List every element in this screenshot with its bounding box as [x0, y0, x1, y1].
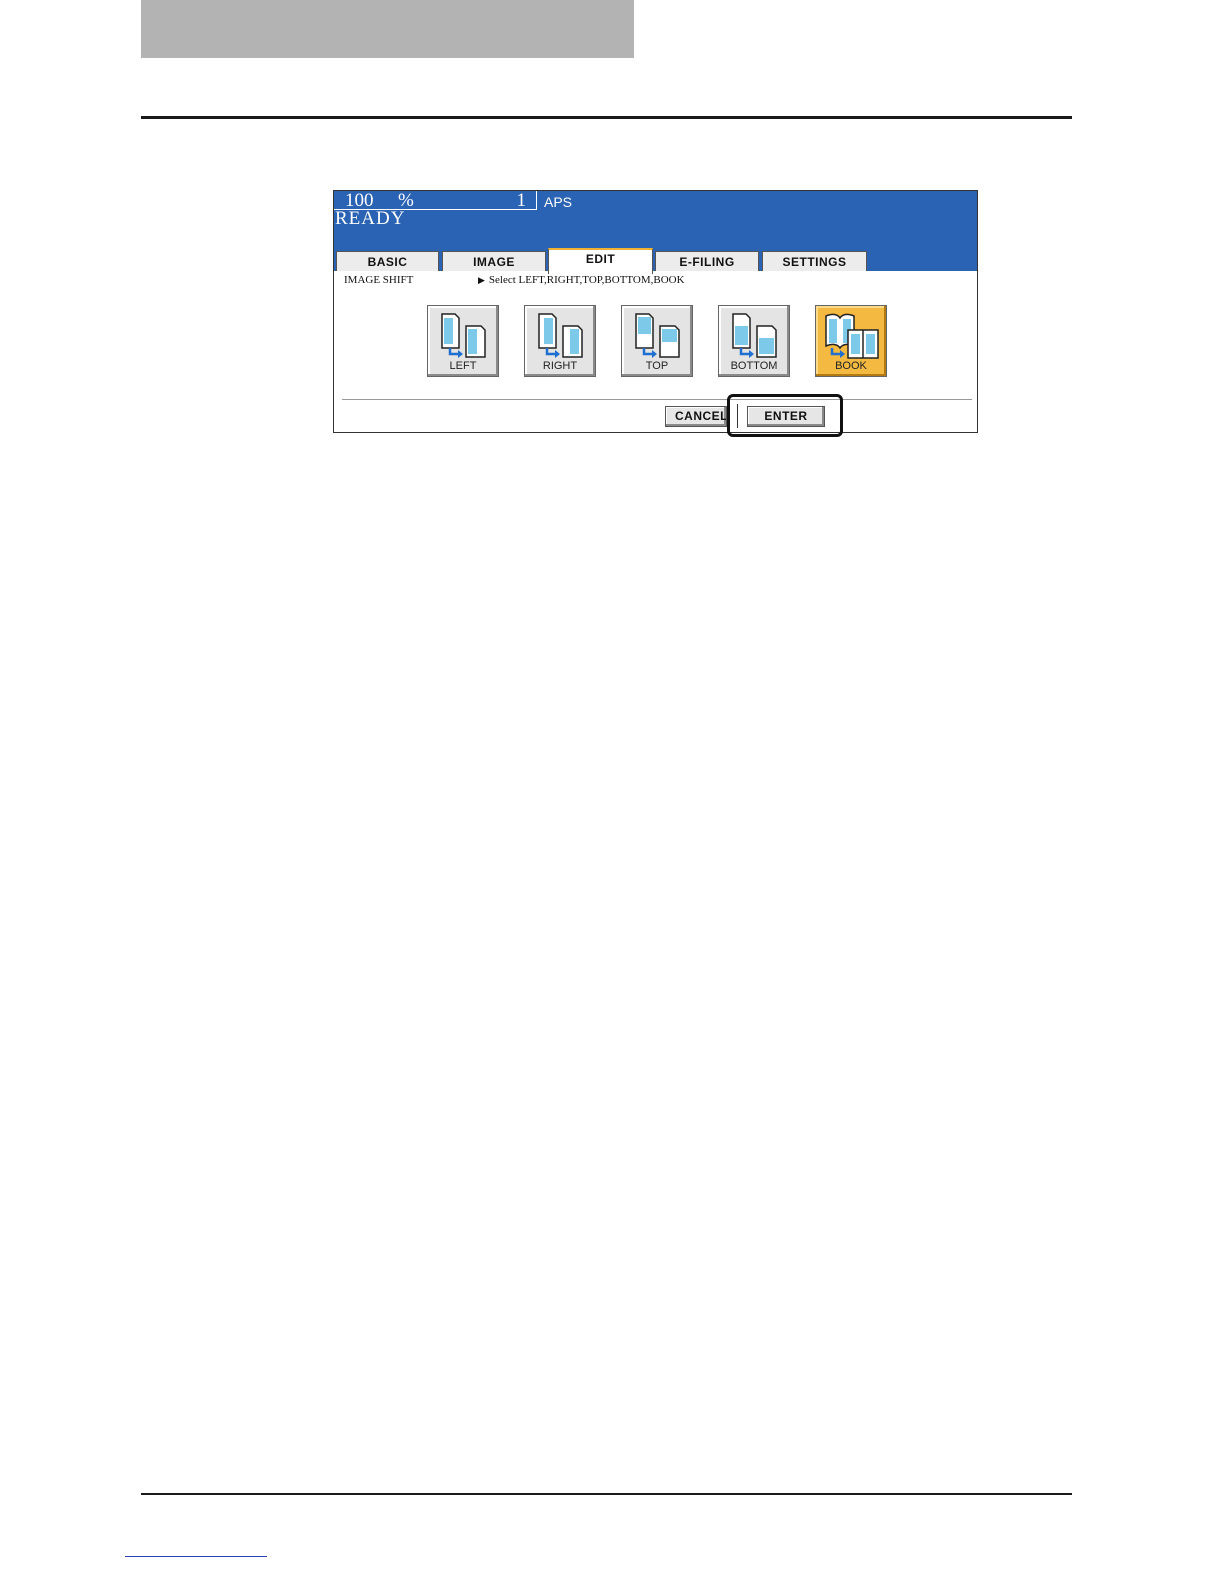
cancel-button[interactable]: CANCEL: [665, 406, 727, 427]
instruction-text: ▶ Select LEFT,RIGHT,TOP,BOTTOM,BOOK: [478, 274, 685, 286]
footer-underline: [125, 1556, 267, 1557]
header-bar: [141, 0, 634, 58]
top-shift-icon: [635, 313, 680, 358]
status-area: 100 % 1 APS READY BASIC IMAGE EDIT E-FIL…: [334, 190, 977, 274]
tab-edit[interactable]: EDIT: [548, 248, 653, 274]
paper-mode: APS: [544, 194, 573, 210]
function-label: IMAGE SHIFT: [344, 274, 414, 286]
tab-image[interactable]: IMAGE: [442, 251, 546, 271]
option-label: TOP: [645, 360, 669, 372]
option-bottom-button[interactable]: BOTTOM: [718, 305, 790, 377]
copies-count: 1: [516, 190, 527, 211]
right-shift-icon: [538, 313, 583, 358]
bottom-rule: [141, 1493, 1072, 1495]
tab-e-filing[interactable]: E-FILING: [655, 251, 759, 271]
option-label: RIGHT: [542, 360, 578, 372]
option-top-button[interactable]: TOP: [621, 305, 693, 377]
option-book-button[interactable]: BOOK: [815, 305, 887, 377]
triangle-right-icon: ▶: [478, 275, 485, 285]
option-right-button[interactable]: RIGHT: [524, 305, 596, 377]
tab-settings[interactable]: SETTINGS: [762, 251, 867, 271]
option-label: BOTTOM: [730, 360, 778, 372]
option-label: BOOK: [835, 360, 867, 372]
option-left-button[interactable]: LEFT: [427, 305, 499, 377]
tab-basic[interactable]: BASIC: [336, 251, 439, 271]
book-shift-icon: [825, 313, 879, 359]
machine-status: READY: [335, 208, 406, 229]
left-shift-icon: [441, 313, 486, 358]
instruction-message: Select LEFT,RIGHT,TOP,BOTTOM,BOOK: [488, 274, 685, 286]
divider: [342, 399, 972, 400]
bottom-shift-icon: [732, 313, 777, 358]
top-rule: [141, 116, 1072, 119]
enter-highlight-frame: [727, 394, 843, 437]
control-panel-screen: 100 % 1 APS READY BASIC IMAGE EDIT E-FIL…: [333, 190, 978, 433]
option-label: LEFT: [449, 360, 477, 372]
